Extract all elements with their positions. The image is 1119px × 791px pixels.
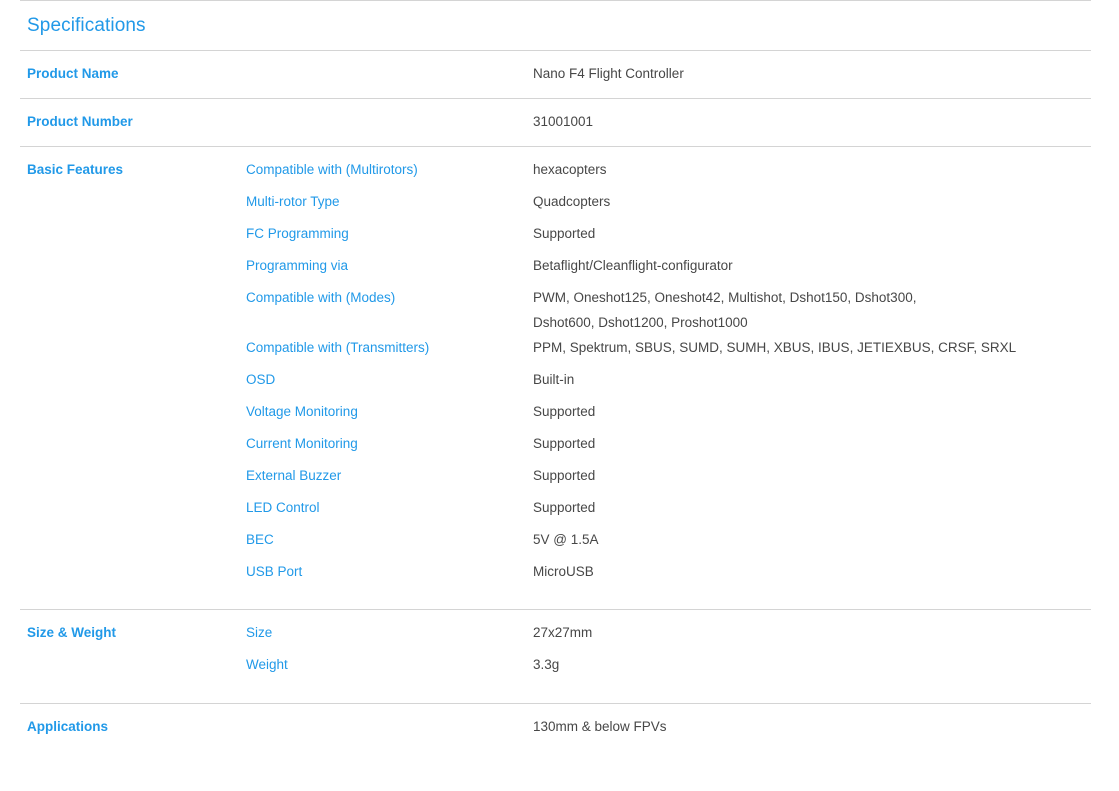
feature-label-compatible-multirotors: Compatible with (Multirotors)	[246, 162, 418, 177]
feature-label-compatible-transmitters: Compatible with (Transmitters)	[246, 340, 430, 355]
section-header: Specifications	[20, 1, 1091, 50]
feature-value-line: Dshot600, Dshot1200, Proshot1000	[533, 315, 748, 330]
feature-value-osd: Built-in	[533, 372, 575, 387]
feature-value-weight: 3.3g	[533, 657, 560, 672]
list-item: Compatible with (Multirotors) hexacopter…	[246, 161, 1091, 193]
feature-label-osd: OSD	[246, 372, 276, 387]
row-group-cell: Basic Features	[20, 161, 246, 179]
feature-label-voltage-monitoring: Voltage Monitoring	[246, 404, 358, 419]
row-value-product-number: 31001001	[533, 114, 594, 129]
row-group-cell: Product Name	[20, 65, 246, 83]
list-item: Compatible with (Modes) PWM, Oneshot125,…	[246, 289, 1091, 339]
list-item: Multi-rotor Type Quadcopters	[246, 193, 1091, 225]
specifications-sheet: Specifications Product Name Nano F4 Flig…	[20, 0, 1091, 751]
feature-value-multi-rotor-type: Quadcopters	[533, 194, 611, 209]
row-value-product-name: Nano F4 Flight Controller	[533, 66, 684, 81]
feature-value-voltage-monitoring: Supported	[533, 404, 596, 419]
feature-value-compatible-multirotors: hexacopters	[533, 162, 607, 177]
feature-label-weight: Weight	[246, 657, 288, 672]
row-value-cell: 130mm & below FPVs	[533, 718, 1091, 736]
feature-label-bec: BEC	[246, 532, 274, 547]
feature-label-external-buzzer: External Buzzer	[246, 468, 342, 483]
feature-label-compatible-modes: Compatible with (Modes)	[246, 290, 396, 305]
feature-value-led-control: Supported	[533, 500, 596, 515]
list-item: Compatible with (Transmitters) PPM, Spek…	[246, 339, 1091, 371]
table-row-size-weight: Size & Weight Size 27x27mm Weight 3.3g	[20, 610, 1091, 703]
feature-label-fc-programming: FC Programming	[246, 226, 349, 241]
feature-label-multi-rotor-type: Multi-rotor Type	[246, 194, 340, 209]
table-row-applications: Applications 130mm & below FPVs	[20, 704, 1091, 751]
feature-value-compatible-transmitters: PPM, Spektrum, SBUS, SUMD, SUMH, XBUS, I…	[533, 340, 1017, 355]
row-label-applications: Applications	[27, 719, 109, 734]
row-value-applications: 130mm & below FPVs	[533, 719, 667, 734]
feature-value-line: PWM, Oneshot125, Oneshot42, Multishot, D…	[533, 290, 917, 305]
feature-label-led-control: LED Control	[246, 500, 320, 515]
feature-value-programming-via: Betaflight/Cleanflight-configurator	[533, 258, 733, 273]
list-item: FC Programming Supported	[246, 225, 1091, 257]
feature-value-compatible-modes: PWM, Oneshot125, Oneshot42, Multishot, D…	[533, 289, 1091, 339]
feature-label-size: Size	[246, 625, 273, 640]
row-label-size-weight: Size & Weight	[27, 625, 117, 640]
feature-value-external-buzzer: Supported	[533, 468, 596, 483]
page-title: Specifications	[27, 15, 146, 36]
row-group-cell: Applications	[20, 718, 246, 736]
feature-label-programming-via: Programming via	[246, 258, 349, 273]
size-weight-list: Size 27x27mm Weight 3.3g	[246, 624, 1091, 688]
feature-label-usb-port: USB Port	[246, 564, 303, 579]
row-label-product-number: Product Number	[27, 114, 133, 129]
list-item: Weight 3.3g	[246, 656, 1091, 688]
row-group-cell: Product Number	[20, 113, 246, 131]
list-item: USB Port MicroUSB	[246, 563, 1091, 595]
list-item: Voltage Monitoring Supported	[246, 403, 1091, 435]
feature-value-current-monitoring: Supported	[533, 436, 596, 451]
list-item: Current Monitoring Supported	[246, 435, 1091, 467]
row-label-basic-features: Basic Features	[27, 162, 124, 177]
list-item: External Buzzer Supported	[246, 467, 1091, 499]
feature-value-bec: 5V @ 1.5A	[533, 532, 599, 547]
row-group-cell: Size & Weight	[20, 624, 246, 642]
table-row-basic-features: Basic Features Compatible with (Multirot…	[20, 147, 1091, 609]
feature-value-usb-port: MicroUSB	[533, 564, 594, 579]
basic-features-list: Compatible with (Multirotors) hexacopter…	[246, 161, 1091, 595]
row-label-product-name: Product Name	[27, 66, 119, 81]
list-item: BEC 5V @ 1.5A	[246, 531, 1091, 563]
list-item: LED Control Supported	[246, 499, 1091, 531]
feature-label-current-monitoring: Current Monitoring	[246, 436, 358, 451]
feature-value-size: 27x27mm	[533, 625, 593, 640]
row-value-cell: Nano F4 Flight Controller	[533, 65, 1091, 83]
table-row-product-number: Product Number 31001001	[20, 99, 1091, 146]
feature-value-fc-programming: Supported	[533, 226, 596, 241]
list-item: Size 27x27mm	[246, 624, 1091, 656]
row-value-cell: 31001001	[533, 113, 1091, 131]
list-item: OSD Built-in	[246, 371, 1091, 403]
list-item: Programming via Betaflight/Cleanflight-c…	[246, 257, 1091, 289]
table-row-product-name: Product Name Nano F4 Flight Controller	[20, 51, 1091, 98]
